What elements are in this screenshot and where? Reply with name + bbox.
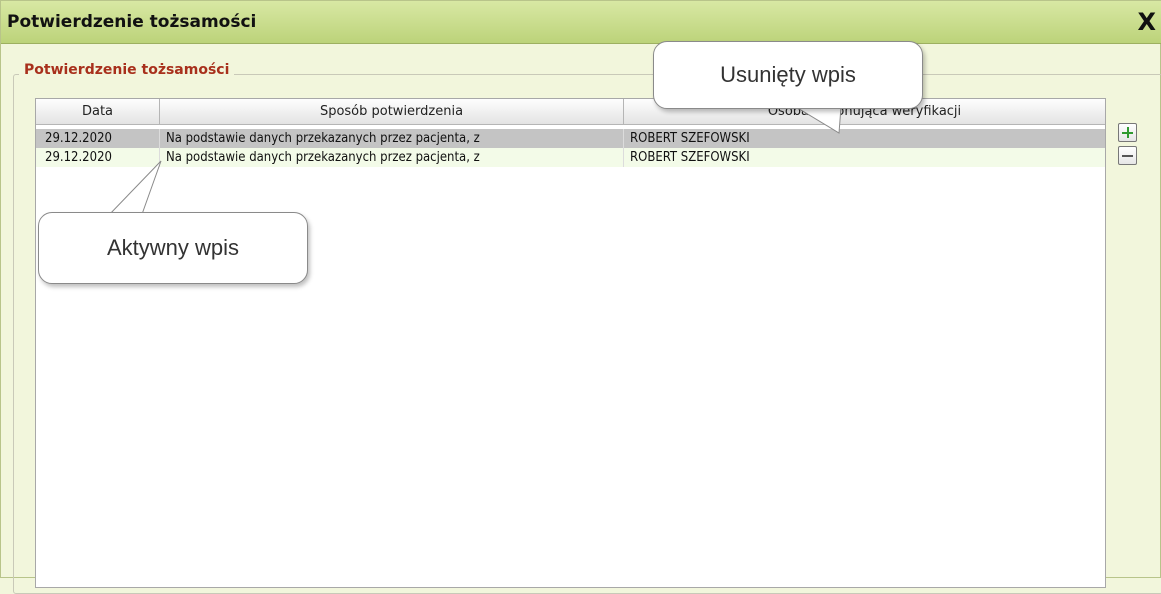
callout-deleted-text: Usunięty wpis (720, 62, 856, 87)
identity-confirmation-window: Potwierdzenie tożsamości X Potwierdzenie… (0, 0, 1161, 594)
callout-active-text: Aktywny wpis (106, 235, 240, 260)
callout-active-entry: Aktywny wpis (38, 212, 308, 284)
callout-pointers (105, 106, 842, 218)
callout-deleted-entry: Usunięty wpis (653, 41, 923, 109)
